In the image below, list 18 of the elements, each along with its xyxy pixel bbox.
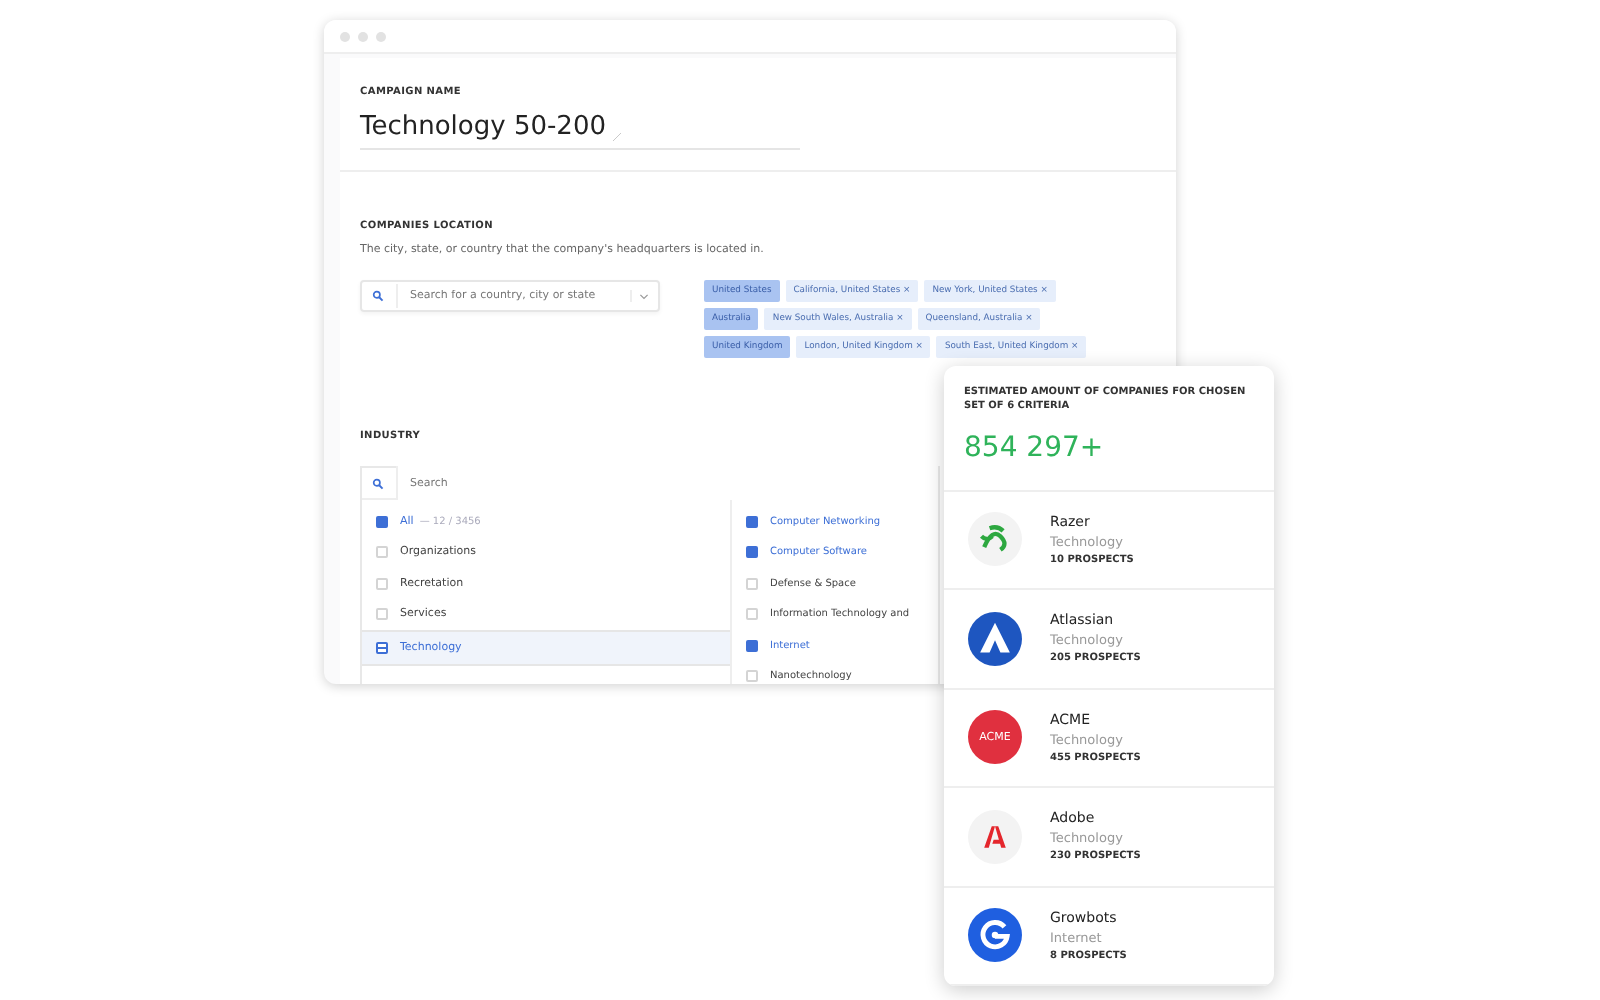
campaign-name-field[interactable]: Technology 50-200: [360, 102, 800, 150]
caret-icon: [630, 290, 650, 302]
checkbox[interactable]: [376, 515, 388, 528]
search-icon: [372, 477, 384, 489]
checkbox[interactable]: [746, 639, 758, 652]
window-control-dot[interactable]: [358, 31, 368, 41]
spiral-logo-icon: [968, 908, 1022, 963]
letter-a-logo-icon: [968, 809, 1022, 864]
checkbox[interactable]: [746, 546, 758, 559]
window-control-dot[interactable]: [340, 31, 350, 41]
triangle-logo-icon: [968, 611, 1022, 666]
estimated-amount: 854 297+: [964, 432, 1106, 464]
search-icon: [372, 290, 384, 302]
checkbox[interactable]: [376, 641, 388, 654]
razer-logo-icon: [968, 512, 1022, 567]
pencil-icon: [612, 132, 622, 142]
checkbox[interactable]: [746, 515, 758, 528]
window-control-dot[interactable]: [376, 31, 386, 41]
